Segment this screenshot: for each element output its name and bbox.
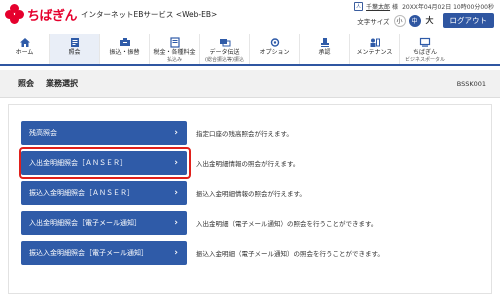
user-name[interactable]: 千葉太郎 (366, 2, 390, 11)
nav-label-business-portal-main: ちばぎん (412, 49, 437, 56)
menu-row-transfer-deposit-anser: 振込入金明細照会［ＡＮＳＥＲ］ › 振込入金明細情報の照会が行えます。 (21, 181, 481, 205)
data-transfer-icon (219, 39, 230, 47)
screen-id: BSSK001 (456, 79, 486, 88)
approval-icon (320, 38, 329, 47)
font-size-controls: 文字サイズ 小 中 大 ログアウト (357, 13, 494, 28)
tax-payment-icon (169, 37, 180, 48)
header: ちばぎん インターネットEBサービス <Web-EB> 人 千葉太郎 様 20X… (0, 0, 500, 34)
menu-row-transfer-deposit-email: 振込入金明細照会［電子メール通知］ › 振込入金明細（電子メール通知）の照会を行… (21, 241, 481, 265)
bank-logo-icon (5, 4, 25, 24)
menu-description: 振込入金明細情報の照会が行えます。 (196, 190, 306, 198)
user-info: 人 千葉太郎 様 20XX年04月02日 10時00分00秒 (354, 2, 494, 11)
nav-label-option: オプション (259, 49, 290, 56)
user-icon: 人 (354, 2, 364, 11)
nav-transfer[interactable]: 振込・振替 (100, 34, 150, 64)
nav-label-tax-payment: 税金・各種料金 払込み (153, 49, 196, 63)
nav-maintenance[interactable]: メンテナンス (350, 34, 400, 64)
nav-label-maintenance: メンテナンス (356, 49, 393, 56)
menu-label: 振込入金明細照会［電子メール通知］ (29, 249, 148, 257)
transfer-deposit-anser-button[interactable]: 振込入金明細照会［ＡＮＳＥＲ］ › (21, 181, 187, 205)
chevron-right-icon: › (174, 188, 178, 198)
nav-label-transfer: 振込・振替 (109, 49, 140, 56)
nav-label-tax-payment-sub: 払込み (166, 56, 182, 63)
inquiry-icon (70, 38, 79, 47)
menu-label: 振込入金明細照会［ＡＮＳＥＲ］ (29, 189, 134, 197)
page-title: 照会 (18, 79, 34, 88)
menu-label: 入出金明細照会［電子メール通知］ (29, 219, 141, 227)
portal-icon (419, 37, 431, 47)
menu-row-deposit-withdrawal-email: 入出金明細照会［電子メール通知］ › 入出金明細（電子メール通知）の照会を行うこ… (21, 211, 481, 235)
nav-data-transfer[interactable]: データ伝送 (総合振込等)振込 (200, 34, 250, 64)
bank-name: ちばぎん (27, 8, 78, 24)
nav-option[interactable]: オプション (250, 34, 300, 64)
chevron-right-icon: › (174, 218, 178, 228)
service-name: インターネットEBサービス <Web-EB> (81, 9, 218, 19)
chevron-right-icon: › (174, 128, 178, 138)
option-icon (270, 38, 279, 47)
font-medium-button[interactable]: 中 (408, 14, 421, 27)
nav-label-data-transfer: データ伝送 (総合振込等)振込 (205, 49, 244, 63)
menu-label: 入出金明細照会［ＡＮＳＥＲ］ (29, 159, 127, 167)
font-small-button[interactable]: 小 (393, 14, 406, 27)
nav-label-home: ホーム (15, 49, 34, 56)
deposit-withdrawal-email-button[interactable]: 入出金明細照会［電子メール通知］ › (21, 211, 187, 235)
nav-approval[interactable]: 承認 (300, 34, 350, 64)
nav-label-business-portal: ちばぎん ビジネスポータル (404, 49, 445, 63)
business-menu-panel: 残高照会 › 指定口座の残高照会が行えます。 入出金明細照会［ＡＮＳＥＲ］ › … (8, 104, 492, 294)
nav-label-tax-payment-main: 税金・各種料金 (153, 49, 196, 56)
title-bar: 照会 業務選択 BSSK001 (0, 70, 500, 98)
home-icon (19, 38, 30, 47)
nav-label-data-transfer-main: データ伝送 (209, 49, 240, 56)
nav-tax-payment[interactable]: 税金・各種料金 払込み (150, 34, 200, 64)
menu-row-balance: 残高照会 › 指定口座の残高照会が行えます。 (21, 121, 481, 145)
last-login: 20XX年04月02日 10時00分00秒 (402, 4, 494, 11)
font-size-label: 文字サイズ (357, 17, 390, 26)
menu-row-deposit-withdrawal-anser: 入出金明細照会［ＡＮＳＥＲ］ › 入出金明細情報の照会が行えます。 (21, 151, 481, 175)
nav-label-data-transfer-sub: (総合振込等)振込 (205, 56, 244, 63)
global-nav: ホーム 照会 振込・振替 税金・各種料金 払込み データ伝送 (総合振込等)振込 オ… (0, 34, 500, 66)
transfer-icon (119, 38, 130, 46)
chevron-right-icon: › (174, 248, 178, 258)
nav-home[interactable]: ホーム (0, 34, 50, 64)
menu-description: 振込入金明細（電子メール通知）の照会を行うことができます。 (196, 250, 384, 258)
nav-label-business-portal-sub: ビジネスポータル (404, 56, 445, 63)
nav-business-portal[interactable]: ちばぎん ビジネスポータル (400, 34, 450, 64)
user-honorific: 様 (392, 4, 399, 11)
maintenance-icon (370, 38, 380, 47)
chevron-right-icon: › (174, 158, 178, 168)
deposit-withdrawal-anser-button[interactable]: 入出金明細照会［ＡＮＳＥＲ］ › (21, 151, 187, 175)
transfer-deposit-email-button[interactable]: 振込入金明細照会［電子メール通知］ › (21, 241, 187, 265)
menu-description: 入出金明細情報の照会が行えます。 (196, 160, 300, 168)
balance-inquiry-button[interactable]: 残高照会 › (21, 121, 187, 145)
page-subtitle: 業務選択 (46, 79, 78, 88)
nav-label-approval: 承認 (318, 49, 331, 56)
logout-button[interactable]: ログアウト (442, 13, 494, 28)
menu-label: 残高照会 (29, 129, 57, 137)
menu-description: 入出金明細（電子メール通知）の照会を行うことができます。 (196, 220, 378, 228)
menu-description: 指定口座の残高照会が行えます。 (196, 130, 293, 138)
bank-logo[interactable]: ちばぎん インターネットEBサービス <Web-EB> (5, 4, 217, 24)
font-large-button[interactable]: 大 (423, 14, 436, 27)
nav-label-inquiry: 照会 (68, 49, 81, 56)
nav-inquiry[interactable]: 照会 (50, 34, 100, 64)
